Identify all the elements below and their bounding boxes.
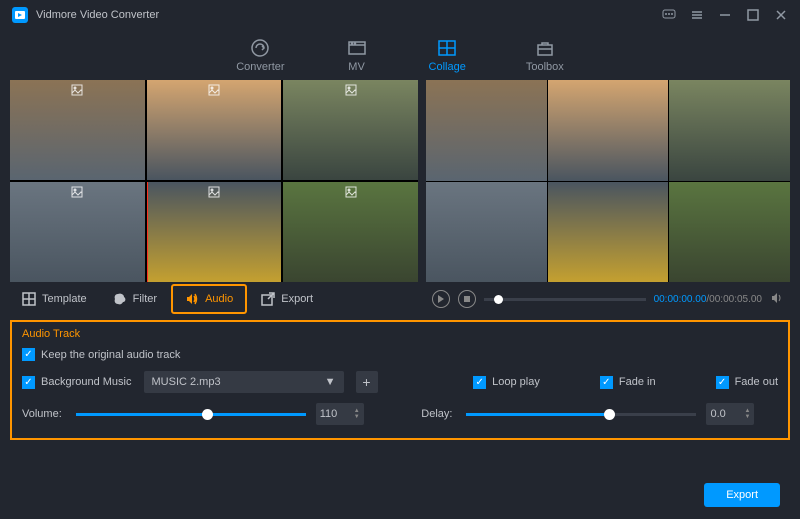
collage-cell[interactable] <box>283 80 418 180</box>
close-icon[interactable] <box>774 8 788 22</box>
stop-button[interactable] <box>458 290 476 308</box>
volume-slider[interactable] <box>76 413 306 416</box>
nav-toolbox[interactable]: Toolbox <box>526 38 564 73</box>
chevron-down-icon: ▼ <box>325 376 336 388</box>
preview-player <box>426 80 790 282</box>
tab-export[interactable]: Export <box>249 286 325 312</box>
maximize-icon[interactable] <box>746 8 760 22</box>
export-button[interactable]: Export <box>704 483 780 507</box>
play-button[interactable] <box>432 290 450 308</box>
app-logo <box>12 7 28 23</box>
nav-mv[interactable]: MV <box>345 38 369 73</box>
feedback-icon[interactable] <box>662 8 676 22</box>
audio-panel: Audio Track ✓Keep the original audio tra… <box>10 320 790 440</box>
volume-icon[interactable] <box>770 291 784 308</box>
tab-template[interactable]: Template <box>10 286 99 312</box>
panel-title: Audio Track <box>22 328 778 340</box>
time-display: 00:00:00.00/00:00:05.00 <box>654 294 762 305</box>
delay-slider[interactable] <box>466 413 696 416</box>
add-music-button[interactable]: + <box>356 371 378 393</box>
delay-input[interactable]: 0.0▲▼ <box>706 403 754 425</box>
minimize-icon[interactable] <box>718 8 732 22</box>
menu-icon[interactable] <box>690 8 704 22</box>
nav-collage[interactable]: Collage <box>429 38 466 73</box>
volume-label: Volume: <box>22 408 62 420</box>
collage-grid[interactable] <box>10 80 418 282</box>
app-title: Vidmore Video Converter <box>36 9 159 21</box>
collage-cell[interactable] <box>10 182 145 282</box>
nav-converter[interactable]: Converter <box>236 38 284 73</box>
keep-original-checkbox[interactable]: ✓Keep the original audio track <box>22 348 180 361</box>
fadeout-checkbox[interactable]: ✓Fade out <box>716 376 778 389</box>
collage-cell[interactable] <box>147 182 282 282</box>
fadein-checkbox[interactable]: ✓Fade in <box>600 376 656 389</box>
collage-cell[interactable] <box>10 80 145 180</box>
volume-input[interactable]: 110▲▼ <box>316 403 364 425</box>
bg-music-checkbox[interactable]: ✓Background Music <box>22 376 132 389</box>
collage-cell[interactable] <box>283 182 418 282</box>
bg-music-dropdown[interactable]: MUSIC 2.mp3▼ <box>144 371 344 393</box>
delay-label: Delay: <box>421 408 452 420</box>
progress-slider[interactable] <box>484 298 646 301</box>
loop-checkbox[interactable]: ✓Loop play <box>473 376 540 389</box>
tab-filter[interactable]: Filter <box>101 286 169 312</box>
tab-audio[interactable]: Audio <box>171 284 247 314</box>
collage-cell[interactable] <box>147 80 282 180</box>
